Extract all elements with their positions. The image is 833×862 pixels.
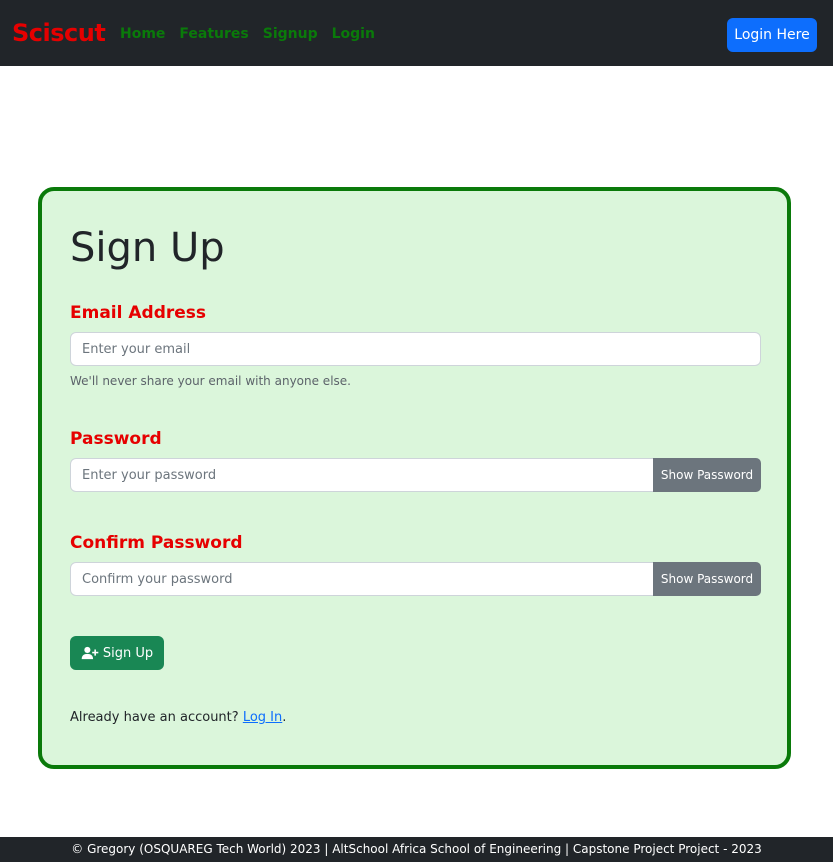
password-label: Password (70, 429, 162, 449)
nav-link-features[interactable]: Features (179, 26, 248, 42)
nav-links: Home Features Signup Login (120, 26, 375, 42)
account-prompt-text: Already have an account? (70, 710, 239, 725)
signup-card: Sign Up Email Address We'll never share … (38, 187, 791, 769)
sign-up-button-label: Sign Up (102, 645, 154, 661)
login-link[interactable]: Log In (243, 710, 282, 725)
nav-link-home[interactable]: Home (120, 26, 165, 42)
show-confirm-password-button[interactable]: Show Password (653, 562, 761, 596)
nav-link-signup[interactable]: Signup (263, 26, 318, 42)
navbar: Sciscut Home Features Signup Login Login… (0, 0, 833, 66)
confirm-password-input[interactable] (70, 562, 654, 596)
account-prompt: Already have an account? Log In. (70, 710, 286, 725)
show-password-button[interactable]: Show Password (653, 458, 761, 492)
login-here-button[interactable]: Login Here (727, 18, 817, 52)
email-input[interactable] (70, 332, 761, 366)
user-plus-icon (81, 646, 99, 660)
page-title: Sign Up (70, 225, 225, 271)
email-label: Email Address (70, 303, 207, 323)
brand-logo[interactable]: Sciscut (12, 19, 106, 47)
footer: © Gregory (OSQUAREG Tech World) 2023 | A… (0, 837, 833, 862)
password-input[interactable] (70, 458, 654, 492)
email-help-text: We'll never share your email with anyone… (70, 374, 351, 388)
sign-up-button[interactable]: Sign Up (70, 636, 164, 670)
confirm-password-label: Confirm Password (70, 533, 243, 553)
nav-link-login[interactable]: Login (332, 26, 375, 42)
account-prompt-suffix: . (282, 710, 287, 725)
